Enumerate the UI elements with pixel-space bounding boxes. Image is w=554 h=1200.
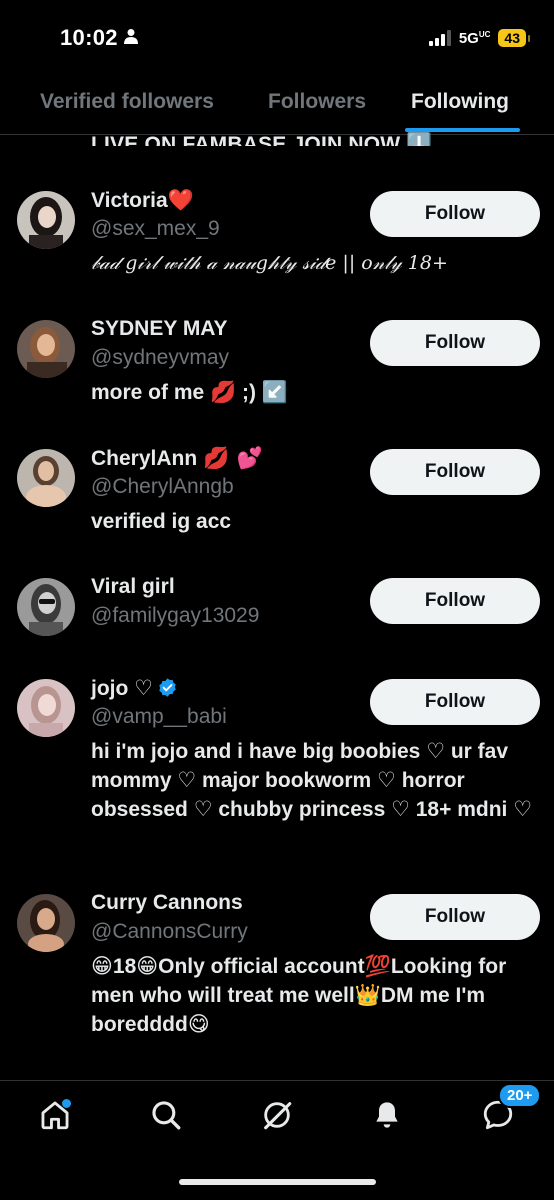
user-bio: verified ig acc bbox=[91, 510, 232, 533]
user-handle[interactable]: @CannonsCurry bbox=[91, 920, 248, 944]
signal-icon bbox=[428, 30, 451, 46]
user-handle[interactable]: @vamp__babi bbox=[91, 705, 227, 729]
user-handle[interactable]: @sex_mex_9 bbox=[91, 217, 220, 241]
home-icon[interactable] bbox=[35, 1095, 75, 1135]
battery-icon: 43 bbox=[498, 29, 530, 47]
status-time: 10:02 bbox=[60, 25, 118, 50]
status-bar: 10:02 5GUC 43 bbox=[0, 0, 554, 76]
user-name[interactable]: Viral girl bbox=[91, 575, 175, 599]
messages-icon[interactable]: 20+ bbox=[478, 1083, 542, 1135]
user-handle[interactable]: @familygay13029 bbox=[91, 604, 259, 628]
avatar[interactable] bbox=[17, 578, 75, 636]
user-name[interactable]: Curry Cannons bbox=[91, 891, 243, 915]
network-label: 5GUC bbox=[458, 29, 491, 47]
avatar[interactable] bbox=[17, 894, 75, 952]
tab-following[interactable]: Following bbox=[411, 90, 509, 114]
follow-button[interactable]: Follow bbox=[370, 894, 540, 940]
verified-badge-icon bbox=[157, 677, 178, 704]
user-handle[interactable]: @sydneyvmay bbox=[91, 346, 229, 370]
tab-verified-followers[interactable]: Verified followers bbox=[40, 90, 214, 114]
person-icon bbox=[123, 28, 138, 49]
home-indicator[interactable] bbox=[179, 1179, 376, 1185]
user-bio: 𝒷𝒶𝒹 𝑔𝒾𝓇𝓁 𝓌𝒾𝓉𝒽 𝒶 𝓃𝒶𝓊𝑔𝒽𝓉𝓎 𝓈𝒾𝒹𝑒 || 𝑜𝓃𝓁𝓎 18+ bbox=[91, 252, 448, 274]
user-name[interactable]: jojo ♡ bbox=[91, 676, 178, 704]
avatar[interactable] bbox=[17, 191, 75, 249]
follow-button[interactable]: Follow bbox=[370, 679, 540, 725]
avatar[interactable] bbox=[17, 679, 75, 737]
user-bio: 😁18😁Only official account💯Looking for me… bbox=[91, 955, 507, 1036]
follow-button[interactable]: Follow bbox=[370, 320, 540, 366]
tab-followers[interactable]: Followers bbox=[268, 90, 366, 114]
user-bio: hi i'm jojo and i have big boobies ♡ ur … bbox=[91, 740, 533, 821]
user-name[interactable]: CherylAnn 💋 💕 bbox=[91, 446, 263, 471]
notification-count-badge: 20+ bbox=[498, 1083, 542, 1108]
search-icon[interactable] bbox=[146, 1095, 186, 1135]
bottom-navigation: 20+ bbox=[0, 1080, 554, 1200]
user-handle[interactable]: @CherylAnngb bbox=[91, 475, 234, 499]
avatar[interactable] bbox=[17, 449, 75, 507]
previous-bio-fragment: LIVE ON FAMBASE JOIN NOW ⬇️ bbox=[91, 133, 433, 146]
follow-button[interactable]: Follow bbox=[370, 578, 540, 624]
unread-dot bbox=[62, 1099, 71, 1108]
user-name[interactable]: Victoria❤️ bbox=[91, 188, 194, 213]
notifications-icon[interactable] bbox=[367, 1095, 407, 1135]
user-name[interactable]: SYDNEY MAY bbox=[91, 317, 228, 341]
grok-icon[interactable] bbox=[257, 1095, 297, 1135]
follow-button[interactable]: Follow bbox=[370, 191, 540, 237]
avatar[interactable] bbox=[17, 320, 75, 378]
follow-button[interactable]: Follow bbox=[370, 449, 540, 495]
status-indicators: 5GUC 43 bbox=[428, 29, 530, 47]
user-bio: more of me 💋 ;) ↙️ bbox=[91, 381, 288, 404]
